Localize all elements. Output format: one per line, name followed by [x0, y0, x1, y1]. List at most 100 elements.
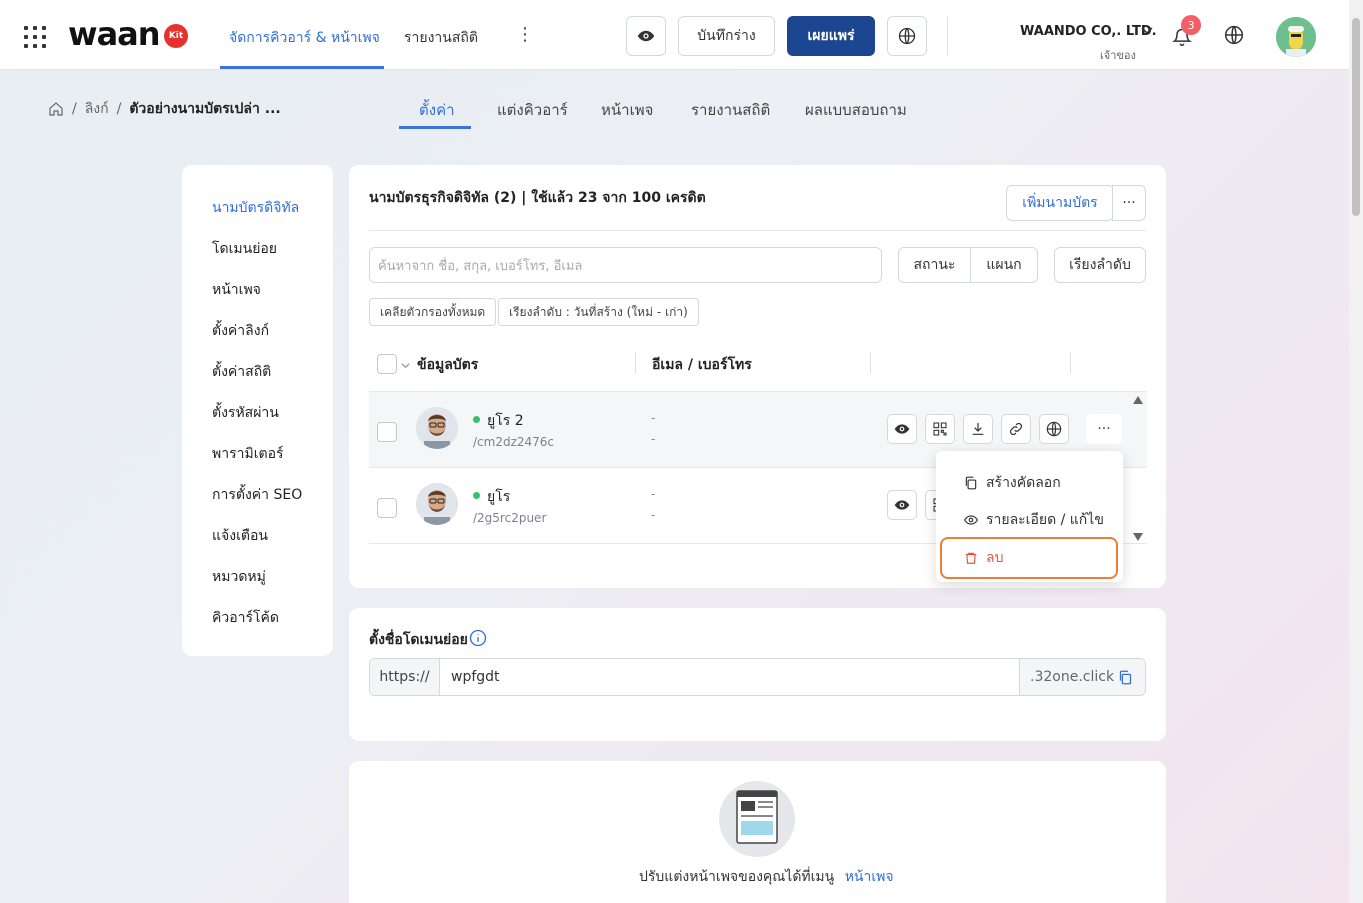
filter-status-button[interactable]: สถานะ: [898, 247, 971, 283]
subdomain-input[interactable]: wpfgdt: [440, 659, 1019, 695]
row-more-button[interactable]: ···: [1086, 414, 1122, 444]
breadcrumb: / ลิงก์ / ตัวอย่างนามบัตรเปล่า ...: [48, 98, 281, 120]
sidebar-item-link-settings[interactable]: ตั้งค่าลิงก์: [212, 320, 269, 342]
page-scrollbar[interactable]: [1349, 0, 1363, 903]
breadcrumb-separator: /: [116, 101, 122, 117]
menu-item-label: สร้างคัดลอก: [986, 475, 1061, 491]
tab-page[interactable]: หน้าเพจ: [601, 98, 653, 122]
subdomain-prefix: https://: [370, 659, 440, 695]
sidebar-item-stats-settings[interactable]: ตั้งค่าสถิติ: [212, 361, 271, 383]
view-button[interactable]: [887, 414, 917, 444]
tab-qr-design[interactable]: แต่งคิวอาร์: [497, 98, 568, 122]
menu-item-delete[interactable]: ลบ: [936, 540, 1123, 576]
copy-link-button[interactable]: [1001, 414, 1031, 444]
chevron-down-icon[interactable]: [401, 358, 410, 374]
subdomain-suffix-text: .32one.click: [1030, 669, 1115, 685]
sidebar-item-password[interactable]: ตั้งรหัสผ่าน: [212, 402, 279, 424]
card-avatar: [416, 407, 458, 449]
clear-filters-chip[interactable]: เคลียตัวกรองทั้งหมด: [369, 298, 497, 326]
settings-sidebar: นามบัตรดิจิทัล โดเมนย่อย หน้าเพจ ตั้งค่า…: [182, 165, 333, 656]
view-button[interactable]: [887, 490, 917, 520]
sidebar-item-page[interactable]: หน้าเพจ: [212, 279, 261, 301]
open-web-button[interactable]: [1039, 414, 1069, 444]
logo-badge: Kit: [164, 24, 188, 48]
column-separator: [870, 352, 871, 374]
tab-active-indicator: [399, 126, 471, 129]
menu-item-details[interactable]: รายละเอียด / แก้ไข: [936, 502, 1123, 538]
link-icon: [1009, 422, 1023, 436]
nav-reports[interactable]: รายงานสถิติ: [404, 27, 478, 49]
filter-department-button[interactable]: แผนก: [970, 247, 1038, 283]
breadcrumb-current: ตัวอย่างนามบัตรเปล่า ...: [129, 101, 281, 117]
card-name[interactable]: ยูโร 2: [487, 410, 524, 432]
breadcrumb-separator: /: [72, 101, 77, 117]
sort-button[interactable]: เรียงลำดับ: [1054, 247, 1146, 283]
tab-settings[interactable]: ตั้งค่า: [419, 98, 455, 122]
page-hint-text: ปรับแต่งหน้าเพจของคุณได้ที่เมนู หน้าเพจ: [639, 866, 894, 888]
home-icon[interactable]: [48, 101, 64, 117]
select-all-checkbox[interactable]: [377, 354, 397, 374]
logo[interactable]: waan: [68, 16, 161, 52]
sidebar-item-parameters[interactable]: พารามิเตอร์: [212, 443, 284, 465]
more-vertical-icon[interactable]: ⋮: [516, 26, 534, 44]
sidebar-item-notifications[interactable]: แจ้งเตือน: [212, 525, 268, 547]
panel-more-button[interactable]: ···: [1112, 185, 1146, 221]
breadcrumb-links[interactable]: ลิงก์: [85, 98, 109, 120]
scroll-up-arrow-icon[interactable]: [1133, 396, 1143, 404]
card-email: -: [651, 487, 656, 501]
search-placeholder: ค้นหาจาก ชื่อ, สกุล, เบอร์โทร, อีเมล: [378, 258, 583, 274]
preview-button[interactable]: [626, 16, 666, 56]
tab-survey-results[interactable]: ผลแบบสอบถาม: [805, 98, 907, 122]
info-icon[interactable]: [469, 629, 487, 651]
sidebar-item-categories[interactable]: หมวดหมู่: [212, 566, 266, 588]
column-separator: [1070, 352, 1071, 374]
company-role: เจ้าของ: [1100, 49, 1136, 62]
company-name[interactable]: WAANDO CO,. LTD.: [1020, 24, 1157, 39]
sidebar-item-subdomain[interactable]: โดเมนย่อย: [212, 238, 277, 260]
subdomain-panel: ตั้งชื่อโดเมนย่อย https:// wpfgdt .32one…: [349, 608, 1166, 741]
copy-icon[interactable]: [1118, 670, 1133, 685]
subdomain-field: https:// wpfgdt .32one.click: [369, 658, 1146, 696]
menu-item-duplicate[interactable]: สร้างคัดลอก: [936, 465, 1123, 501]
card-slug: /cm2dz2476c: [473, 435, 555, 449]
row-checkbox[interactable]: [377, 422, 397, 442]
divider: [369, 230, 1146, 231]
nav-qr-pages[interactable]: จัดการคิวอาร์ & หน้าเพจ: [229, 27, 380, 49]
subdomain-suffix: .32one.click: [1019, 659, 1145, 695]
globe-icon: [1046, 421, 1062, 437]
search-input[interactable]: ค้นหาจาก ชื่อ, สกุล, เบอร์โทร, อีเมล: [369, 247, 882, 283]
save-draft-button[interactable]: บันทึกร่าง: [678, 16, 775, 56]
card-name[interactable]: ยูโร: [487, 486, 510, 508]
user-avatar[interactable]: [1276, 17, 1316, 57]
tab-reports[interactable]: รายงานสถิติ: [691, 98, 770, 122]
column-email-phone: อีเมล / เบอร์โทร: [652, 357, 752, 373]
globe-icon: [898, 27, 916, 45]
scrollbar-thumb[interactable]: [1352, 18, 1360, 216]
add-card-button[interactable]: เพิ่มนามบัตร: [1006, 185, 1114, 221]
download-button[interactable]: [963, 414, 993, 444]
sort-chip[interactable]: เรียงลำดับ : วันที่สร้าง (ใหม่ - เก่า): [498, 298, 699, 326]
globe-button[interactable]: [887, 16, 927, 56]
row-actions-menu: สร้างคัดลอก รายละเอียด / แก้ไข ลบ: [936, 451, 1123, 582]
chevron-down-icon[interactable]: [1141, 24, 1153, 39]
menu-item-label: รายละเอียด / แก้ไข: [986, 512, 1104, 528]
top-bar: waan Kit จัดการคิวอาร์ & หน้าเพจ รายงานส…: [0, 0, 1349, 70]
sidebar-item-seo[interactable]: การตั้งค่า SEO: [212, 484, 302, 506]
eye-icon: [964, 515, 978, 525]
sidebar-item-qr-code[interactable]: คิวอาร์โค้ด: [212, 607, 279, 629]
eye-icon: [637, 30, 655, 42]
apps-grid-icon[interactable]: [24, 26, 46, 48]
language-globe-icon[interactable]: [1224, 25, 1244, 49]
row-checkbox[interactable]: [377, 498, 397, 518]
nav-active-indicator: [220, 66, 384, 69]
publish-button[interactable]: เผยแพร่: [787, 16, 875, 56]
page-hint-link[interactable]: หน้าเพจ: [845, 869, 894, 885]
menu-item-label: ลบ: [986, 550, 1004, 566]
qr-button[interactable]: [925, 414, 955, 444]
trash-icon: [965, 552, 977, 564]
sidebar-item-digital-cards[interactable]: นามบัตรดิจิทัล: [212, 197, 299, 219]
copy-icon: [965, 476, 977, 490]
scroll-down-arrow-icon[interactable]: [1133, 533, 1143, 541]
page-hint-panel: ปรับแต่งหน้าเพจของคุณได้ที่เมนู หน้าเพจ: [349, 761, 1166, 903]
page-hint-message: ปรับแต่งหน้าเพจของคุณได้ที่เมนู: [639, 869, 835, 885]
